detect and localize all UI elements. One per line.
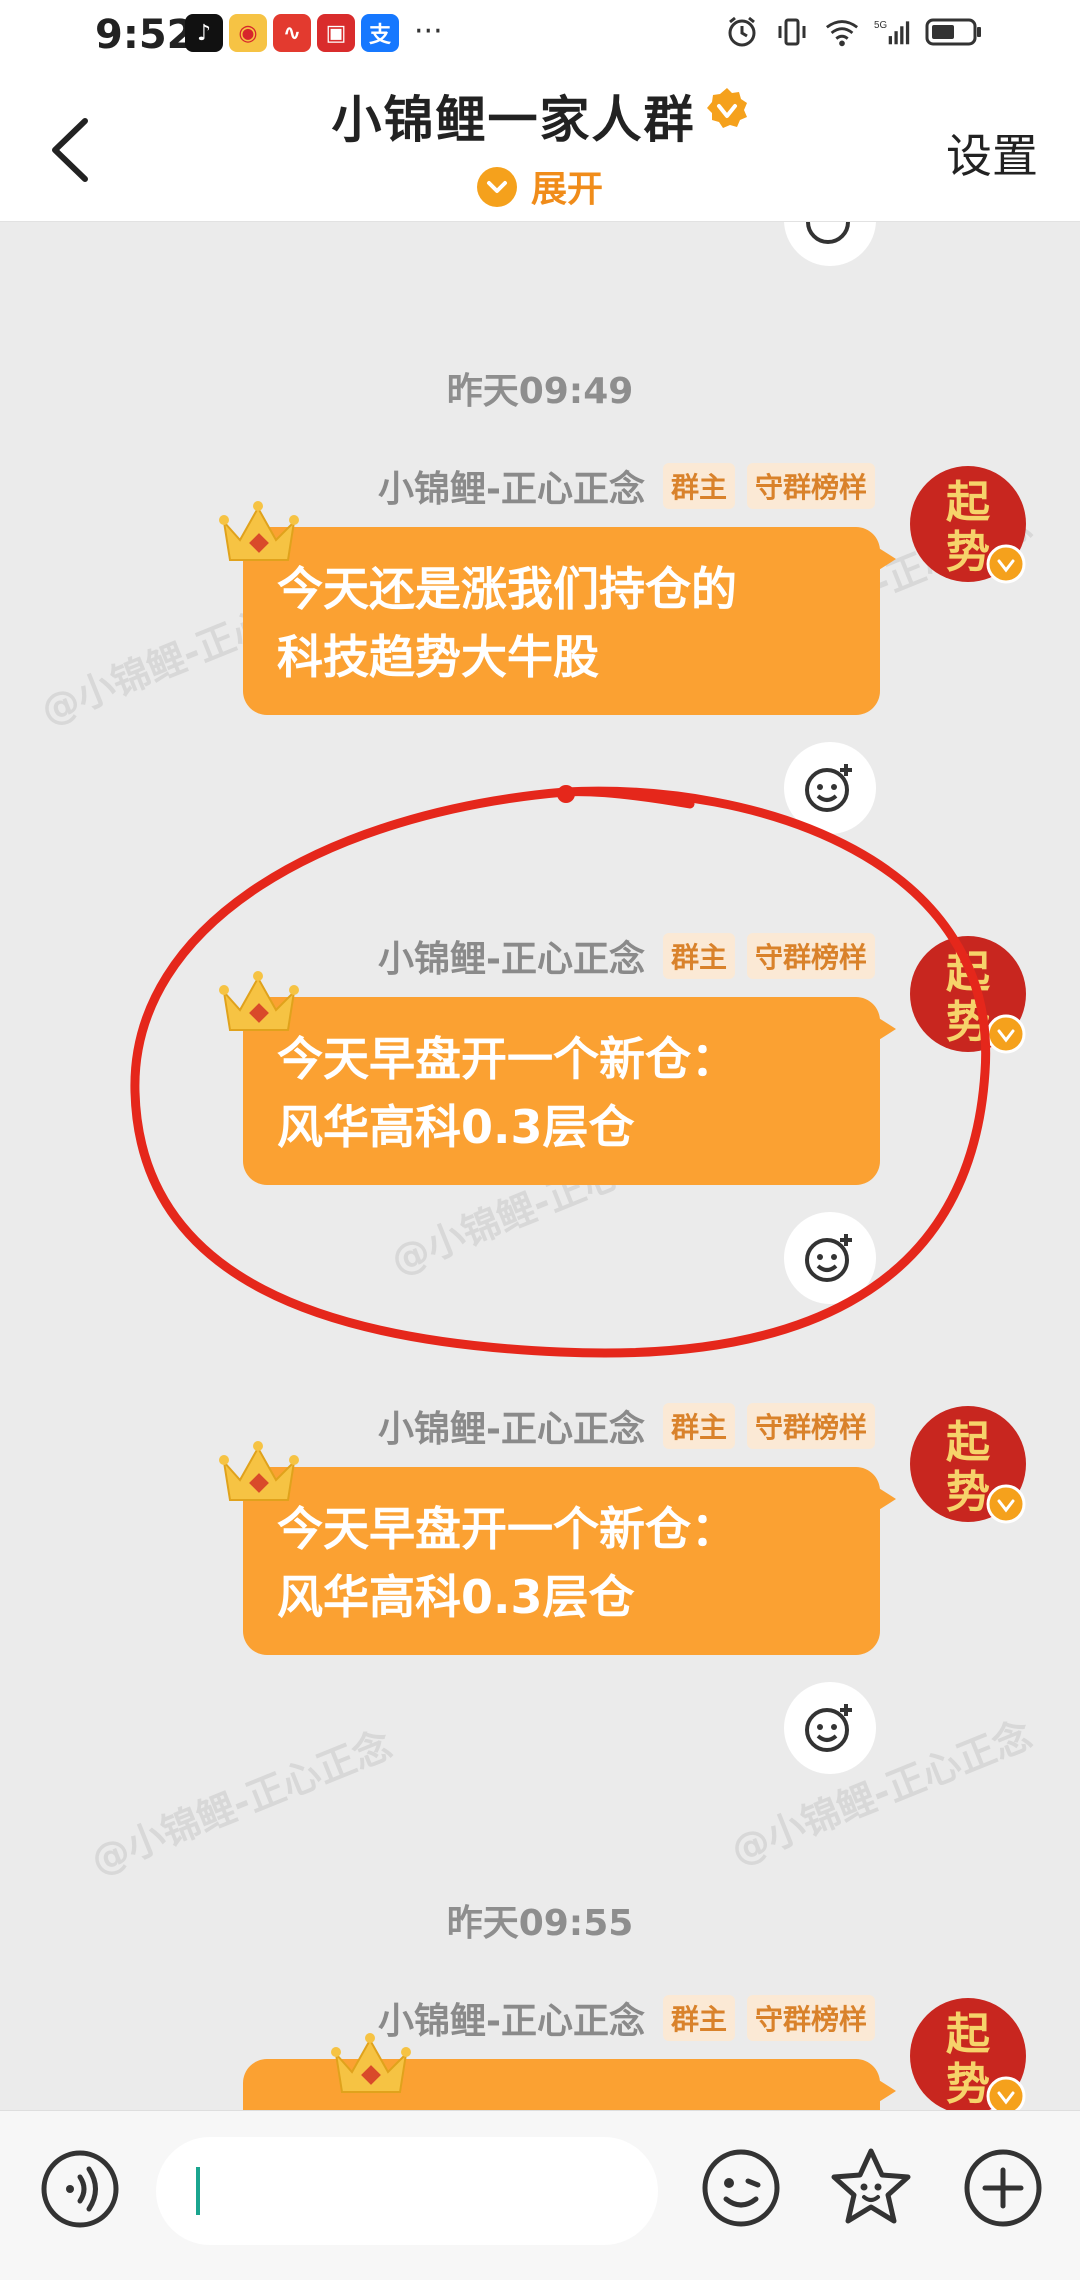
message-input[interactable] xyxy=(156,2137,658,2245)
verified-badge-icon xyxy=(705,86,749,134)
expand-label: 展开 xyxy=(530,169,603,210)
svg-text:5G: 5G xyxy=(874,20,887,31)
alipay-icon: 支 xyxy=(361,14,399,52)
news-icon: ▣ xyxy=(317,14,355,52)
group-title: 小锦鲤一家人群 xyxy=(331,91,696,149)
status-more: ··· xyxy=(414,14,443,49)
voice-input-button[interactable] xyxy=(40,2149,120,2229)
chat-header: 小锦鲤一家人群 展开 设置 xyxy=(0,72,1080,222)
expand-toggle[interactable]: 展开 xyxy=(0,160,1080,212)
sticker-icon xyxy=(831,2148,911,2224)
annotation-circle xyxy=(130,785,991,1358)
tiktok-icon: ♪ xyxy=(185,14,223,52)
input-bar xyxy=(0,2110,1080,2280)
chevron-down-icon xyxy=(476,167,517,207)
status-time: 9:52 xyxy=(95,12,195,58)
more-actions-button[interactable] xyxy=(962,2147,1044,2229)
status-app-icons: ♪ ◉ ∿ ▣ 支 xyxy=(185,14,399,52)
emoji-button[interactable] xyxy=(700,2147,782,2229)
wifi-icon xyxy=(824,14,860,50)
settings-button[interactable]: 设置 xyxy=(946,120,1038,186)
chat-message-list[interactable]: @小锦鲤-正心正念 @小锦鲤-正心正念 @小锦鲤-正心正念 @小锦鲤-正心正念 … xyxy=(0,222,1080,2110)
signal-5g-icon: 5G xyxy=(874,14,910,50)
netease-music-icon: ∿ xyxy=(273,14,311,52)
battery-icon xyxy=(924,14,984,50)
vibrate-icon xyxy=(774,14,810,50)
status-indicators: 5G xyxy=(724,14,984,50)
text-cursor xyxy=(196,2167,200,2215)
weibo-icon: ◉ xyxy=(229,14,267,52)
voice-icon xyxy=(41,2150,119,2228)
plus-icon xyxy=(964,2149,1042,2227)
status-bar: 9:52 ♪ ◉ ∿ ▣ 支 ··· 5G xyxy=(0,0,1080,72)
sticker-button[interactable] xyxy=(828,2145,914,2231)
alarm-icon xyxy=(724,14,760,50)
emoji-icon xyxy=(702,2149,780,2227)
group-title-wrap: 小锦鲤一家人群 xyxy=(0,80,1080,152)
